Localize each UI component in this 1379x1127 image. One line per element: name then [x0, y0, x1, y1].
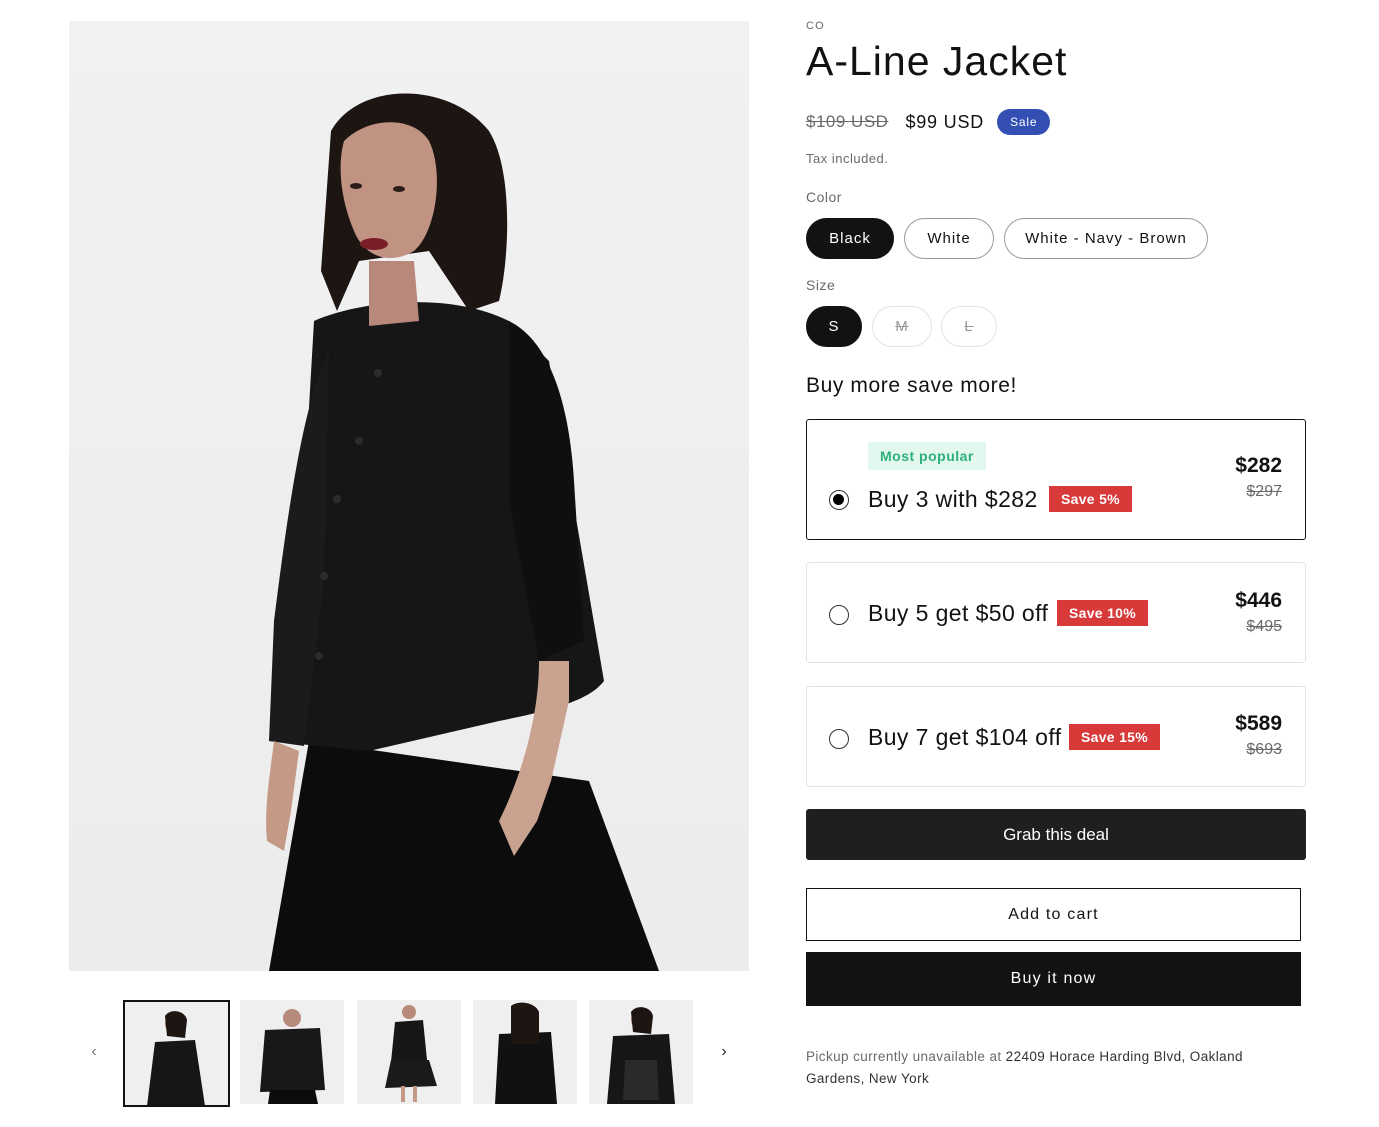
- bundle-label: Buy 5 get $50 off: [868, 600, 1049, 626]
- size-swatch-m[interactable]: M: [872, 306, 932, 347]
- bundle-old-price: $495: [1246, 618, 1282, 635]
- price-row: $109 USD $99 USD Sale: [806, 109, 1051, 135]
- thumbnail-5[interactable]: [589, 1000, 693, 1104]
- radio-unchecked-icon[interactable]: [829, 605, 849, 625]
- grab-deal-button[interactable]: Grab this deal: [806, 809, 1306, 860]
- pickup-prefix: Pickup currently unavailable at: [806, 1049, 1006, 1064]
- bundle-price: $446: [1235, 589, 1282, 612]
- bundle-price: $282: [1235, 454, 1282, 477]
- save-tag: Save 15%: [1069, 724, 1161, 750]
- add-to-cart-button[interactable]: Add to cart: [806, 888, 1301, 941]
- thumbnail-strip: ‹ ›: [69, 1000, 749, 1108]
- bundle-option-buy-5[interactable]: Buy 5 get $50 off Save 10% $446 $495: [806, 562, 1306, 663]
- color-swatch-white[interactable]: White: [904, 218, 994, 259]
- sale-price: $99 USD: [905, 111, 985, 132]
- pickup-availability: Pickup currently unavailable at 22409 Ho…: [806, 1046, 1276, 1090]
- chevron-left-icon[interactable]: ‹: [82, 1040, 106, 1064]
- thumbnail-2[interactable]: [240, 1000, 344, 1104]
- compare-at-price: $109 USD: [806, 112, 889, 131]
- sale-badge: Sale: [997, 109, 1051, 135]
- color-swatch-white-navy-brown[interactable]: White - Navy - Brown: [1004, 218, 1208, 259]
- color-swatch-black[interactable]: Black: [806, 218, 894, 259]
- chevron-right-icon[interactable]: ›: [712, 1040, 736, 1064]
- bundle-heading: Buy more save more!: [806, 374, 1017, 397]
- thumbnail-1[interactable]: [123, 1000, 230, 1107]
- product-main-image[interactable]: [69, 21, 749, 971]
- bundle-price: $589: [1235, 712, 1282, 735]
- bundle-option-buy-3[interactable]: Most popular Buy 3 with $282 Save 5% $28…: [806, 419, 1306, 540]
- product-title: A-Line Jacket: [806, 38, 1068, 84]
- size-swatch-s[interactable]: S: [806, 306, 862, 347]
- color-option-label: Color: [806, 189, 842, 205]
- size-swatch-l[interactable]: L: [941, 306, 997, 347]
- bundle-old-price: $297: [1246, 483, 1282, 500]
- bundle-old-price: $693: [1246, 741, 1282, 758]
- buy-it-now-button[interactable]: Buy it now: [806, 952, 1301, 1006]
- save-tag: Save 10%: [1057, 600, 1149, 626]
- thumbnail-3[interactable]: [357, 1000, 461, 1104]
- bundle-option-buy-7[interactable]: Buy 7 get $104 off Save 15% $589 $693: [806, 686, 1306, 787]
- save-tag: Save 5%: [1049, 486, 1132, 512]
- bundle-label: Buy 7 get $104 off: [868, 724, 1062, 750]
- size-option-label: Size: [806, 277, 836, 293]
- product-vendor: CO: [806, 20, 825, 32]
- thumbnail-4[interactable]: [473, 1000, 577, 1104]
- bundle-label: Buy 3 with $282: [868, 486, 1038, 512]
- most-popular-tag: Most popular: [868, 442, 986, 470]
- model-photo-illustration: [266, 93, 659, 971]
- radio-unchecked-icon[interactable]: [829, 729, 849, 749]
- tax-note: Tax included.: [806, 151, 889, 166]
- radio-checked-icon[interactable]: [829, 490, 849, 510]
